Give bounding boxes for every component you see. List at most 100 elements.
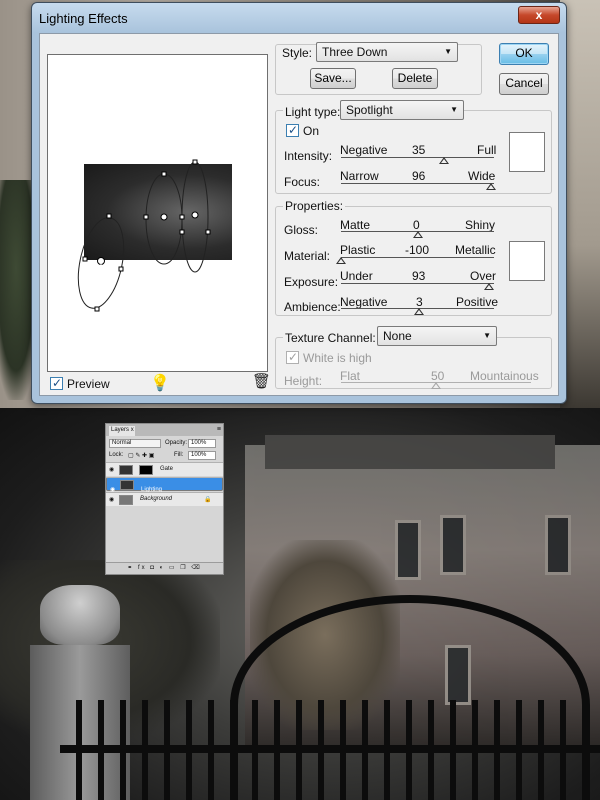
- exposure-min: Under: [340, 269, 373, 283]
- layer-thumbnail: [119, 495, 133, 505]
- ambience-value: 3: [416, 295, 423, 309]
- building-roof: [265, 435, 555, 469]
- lock-icons[interactable]: ▢ ✎ ✚ ▣: [128, 452, 154, 459]
- height-value: 50: [431, 369, 445, 383]
- focus-value: 96: [412, 169, 426, 183]
- gloss-label: Gloss:: [284, 223, 319, 237]
- ok-button[interactable]: OK: [499, 43, 549, 65]
- texture-channel-select[interactable]: None ▼: [377, 326, 497, 346]
- gloss-slider-thumb[interactable]: [412, 231, 423, 238]
- white-is-high-checkbox: [286, 350, 299, 364]
- layer-thumbnail: [119, 465, 133, 475]
- height-label: Height:: [284, 374, 323, 388]
- material-slider-thumb[interactable]: [336, 257, 346, 264]
- style-select[interactable]: Three Down ▼: [316, 42, 458, 62]
- exposure-value: 93: [412, 269, 426, 283]
- focus-label: Focus:: [284, 175, 321, 189]
- intensity-track: [341, 157, 494, 158]
- close-button[interactable]: x: [518, 6, 560, 24]
- save-button[interactable]: Save...: [310, 68, 356, 89]
- white-is-high-label: White is high: [303, 351, 372, 365]
- dialog-body: Preview 💡 🗑 Style: Three Down ▼ Save... D…: [39, 33, 559, 396]
- exposure-label: Exposure:: [284, 275, 339, 289]
- intensity-label: Intensity:: [284, 149, 333, 163]
- intensity-max: Full: [477, 143, 497, 157]
- focus-max: Wide: [468, 169, 496, 183]
- focus-slider-thumb[interactable]: [485, 183, 496, 190]
- exposure-track: [341, 283, 494, 284]
- material-max: Metallic: [455, 243, 496, 257]
- tab-layers[interactable]: Layers x: [109, 426, 135, 436]
- gloss-max: Shiny: [465, 218, 496, 232]
- layer-row-lighting[interactable]: ◉ Lighting: [106, 477, 223, 493]
- light-handles[interactable]: [48, 55, 269, 373]
- blend-mode-select[interactable]: Normal: [109, 439, 161, 448]
- focus-track: [341, 183, 494, 184]
- opacity-field[interactable]: 100%: [188, 439, 216, 448]
- texture-channel-value: None: [383, 329, 412, 343]
- ambience-slider-thumb[interactable]: [414, 308, 425, 315]
- fill-label: Fill:: [174, 452, 184, 458]
- intensity-slider-thumb[interactable]: [438, 157, 449, 164]
- cancel-button[interactable]: Cancel: [499, 73, 549, 95]
- chevron-down-icon: ▼: [450, 105, 458, 114]
- properties-label: Properties:: [283, 199, 346, 213]
- building-window: [440, 515, 466, 575]
- layer-thumbnail: [120, 480, 134, 490]
- light-type-select[interactable]: Spotlight ▼: [340, 100, 464, 120]
- layer-row-gate[interactable]: ◉ Gate: [106, 462, 223, 476]
- height-min: Flat: [340, 369, 361, 383]
- panel-menu-icon[interactable]: ≡: [217, 426, 221, 433]
- stone-urn: [40, 585, 120, 645]
- white-is-high-toggle: White is high: [286, 350, 372, 365]
- ambient-color-swatch[interactable]: [509, 241, 545, 281]
- light-color-swatch[interactable]: [509, 132, 545, 172]
- preview-label: Preview: [67, 377, 110, 391]
- gate-rail: [60, 745, 600, 753]
- eye-icon[interactable]: ◉: [109, 496, 114, 503]
- layer-name: Gate: [160, 466, 174, 472]
- material-track: [341, 257, 494, 258]
- gloss-min: Matte: [340, 218, 371, 232]
- trash-icon[interactable]: 🗑: [252, 372, 271, 390]
- close-icon: x: [535, 8, 543, 22]
- exposure-slider-thumb[interactable]: [484, 283, 495, 290]
- lock-icon: 🔒: [204, 497, 212, 503]
- style-label: Style:: [282, 46, 313, 60]
- ambience-min: Negative: [340, 295, 388, 309]
- delete-button[interactable]: Delete: [392, 68, 438, 89]
- preview-toggle[interactable]: Preview: [50, 376, 110, 391]
- texture-channel-label: Texture Channel:: [283, 331, 378, 345]
- dialog-title: Lighting Effects: [39, 11, 128, 26]
- opacity-label: Opacity:: [165, 440, 188, 446]
- light-type-label: Light type:: [283, 105, 343, 119]
- chevron-down-icon: ▼: [444, 47, 452, 56]
- layer-row-background[interactable]: ◉ Background 🔒: [106, 492, 223, 506]
- fill-field[interactable]: 100%: [188, 451, 216, 460]
- material-min: Plastic: [340, 243, 376, 257]
- on-label: On: [303, 124, 320, 138]
- layers-panel: Layers x ≡ Normal Opacity: 100% Lock: ▢ …: [105, 423, 224, 575]
- layers-footer[interactable]: ⚭ fx ◘ ◐ ▭ ❐ ⌫: [106, 562, 223, 574]
- focus-min: Narrow: [340, 169, 379, 183]
- preview-checkbox[interactable]: [50, 376, 63, 390]
- height-max: Mountainous: [470, 369, 539, 383]
- height-slider-thumb: [431, 382, 441, 389]
- eye-icon[interactable]: ◉: [109, 466, 114, 473]
- on-checkbox[interactable]: [286, 123, 299, 137]
- material-label: Material:: [284, 249, 331, 263]
- light-type-value: Spotlight: [346, 103, 393, 117]
- preview-area[interactable]: [47, 54, 268, 372]
- style-value: Three Down: [322, 45, 388, 59]
- layer-name: Background: [140, 496, 173, 502]
- ambience-max: Positive: [456, 295, 499, 309]
- layer-mask-thumbnail: [139, 465, 153, 475]
- lightbulb-icon[interactable]: 💡: [150, 373, 170, 393]
- light-on-toggle[interactable]: On: [286, 123, 320, 138]
- ambience-label: Ambience:: [284, 300, 341, 314]
- intensity-value: 35: [412, 143, 426, 157]
- material-value: -100: [405, 243, 430, 257]
- gloss-value: 0: [413, 218, 420, 232]
- lock-label: Lock:: [109, 452, 124, 458]
- building-window: [545, 515, 571, 575]
